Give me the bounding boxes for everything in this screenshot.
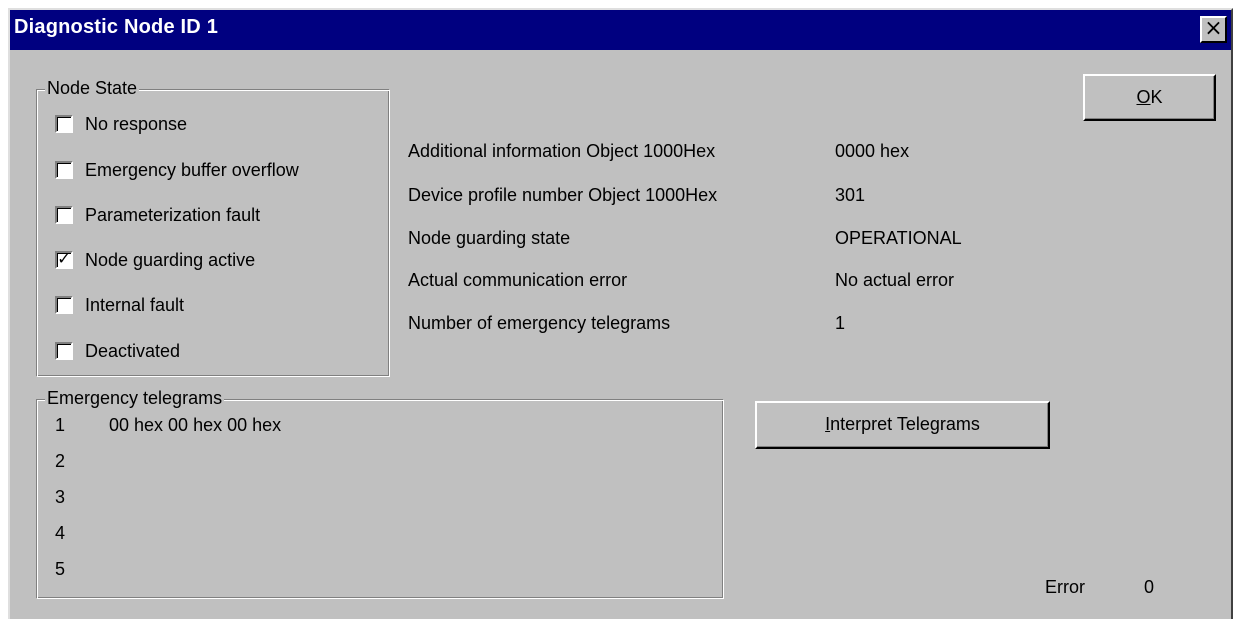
node-state-group: Node State No response Emergency buffer … — [36, 78, 390, 377]
info-label-emergency-count: Number of emergency telegrams — [408, 313, 671, 333]
close-icon: × — [1204, 16, 1223, 41]
info-label-additional-info: Additional information Object 1000Hex — [408, 141, 716, 161]
ok-label-rest: K — [1150, 87, 1163, 107]
checkbox-box[interactable] — [55, 206, 73, 224]
info-value-additional-info: 0000 hex — [835, 141, 910, 161]
checkbox-label: Internal fault — [85, 294, 185, 315]
info-label-device-profile: Device profile number Object 1000Hex — [408, 185, 718, 205]
checkbox-label: Deactivated — [85, 340, 181, 361]
checkbox-box[interactable]: ✓ — [55, 249, 73, 269]
check-mark-icon: ✓ — [57, 249, 71, 268]
ok-button[interactable]: OK — [1083, 74, 1216, 121]
ok-mnemonic: O — [1136, 87, 1151, 107]
telegram-number: 3 — [55, 487, 66, 507]
telegram-number: 1 — [55, 415, 66, 435]
checkbox-internal-fault[interactable]: Internal fault — [55, 293, 184, 317]
node-state-legend: Node State — [45, 78, 140, 99]
info-value-communication-error: No actual error — [835, 270, 955, 290]
checkbox-emergency-buffer-overflow[interactable]: Emergency buffer overflow — [55, 158, 299, 182]
checkbox-parameterization-fault[interactable]: Parameterization fault — [55, 203, 260, 227]
checkbox-box[interactable] — [55, 296, 73, 314]
window-title: Diagnostic Node ID 1 — [14, 16, 219, 38]
interpret-label-rest: nterpret Telegrams — [830, 414, 980, 434]
checkbox-label: Node guarding active — [85, 249, 256, 270]
close-button[interactable]: × — [1200, 16, 1227, 43]
emergency-telegrams-group: Emergency telegrams 1 00 hex 00 hex 00 h… — [36, 388, 724, 599]
error-label: Error — [1045, 577, 1085, 597]
checkbox-box[interactable] — [55, 115, 73, 133]
info-value-emergency-count: 1 — [835, 313, 846, 333]
checkbox-deactivated[interactable]: Deactivated — [55, 339, 180, 363]
diagnostic-dialog: Diagnostic Node ID 1 × Node State No res… — [8, 8, 1233, 619]
checkbox-label: Parameterization fault — [85, 204, 261, 225]
interpret-telegrams-button[interactable]: Interpret Telegrams — [755, 401, 1050, 449]
checkbox-label: No response — [85, 113, 188, 134]
telegram-number: 5 — [55, 559, 66, 579]
checkbox-box[interactable] — [55, 161, 73, 179]
telegram-data: 00 hex 00 hex 00 hex — [109, 415, 282, 435]
checkbox-label: Emergency buffer overflow — [85, 159, 299, 180]
error-value: 0 — [1144, 577, 1155, 597]
info-value-node-guarding-state: OPERATIONAL — [835, 228, 962, 248]
info-value-device-profile: 301 — [835, 185, 866, 205]
info-label-node-guarding-state: Node guarding state — [408, 228, 571, 248]
telegram-number: 4 — [55, 523, 66, 543]
emergency-telegrams-legend: Emergency telegrams — [45, 388, 225, 409]
checkbox-node-guarding-active[interactable]: ✓ Node guarding active — [55, 248, 255, 272]
info-label-communication-error: Actual communication error — [408, 270, 628, 290]
checkbox-no-response[interactable]: No response — [55, 112, 187, 136]
telegram-number: 2 — [55, 451, 66, 471]
title-bar[interactable]: Diagnostic Node ID 1 × — [10, 10, 1231, 50]
checkbox-box[interactable] — [55, 342, 73, 360]
